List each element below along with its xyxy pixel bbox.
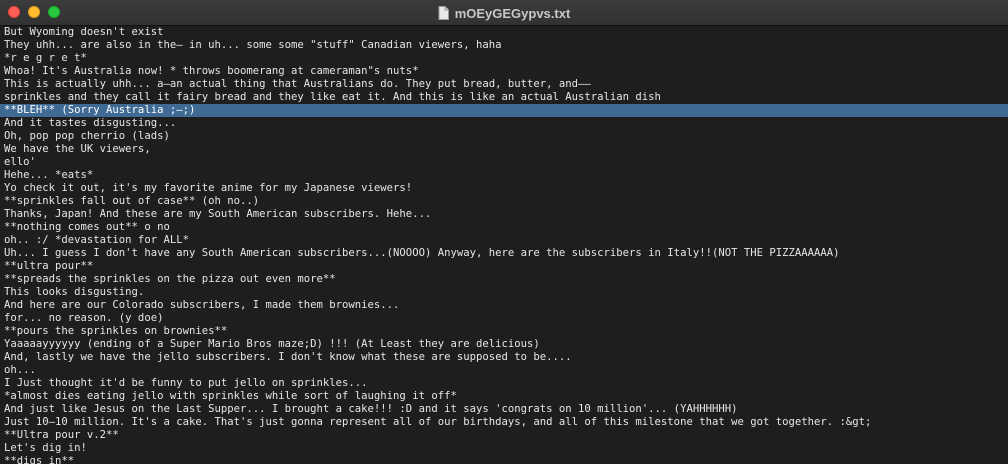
- window-title: mOEyGEGypvs.txt: [454, 5, 571, 21]
- document-icon: [438, 6, 449, 20]
- text-line[interactable]: *r e g r e t*: [0, 52, 1008, 65]
- text-content-area[interactable]: But Wyoming doesn't exist They uhh... are…: [0, 26, 1008, 464]
- text-line[interactable]: for... no reason. (y doe): [0, 312, 1008, 325]
- text-line[interactable]: Just 10—10 million. It's a cake. That's …: [0, 416, 1008, 429]
- text-line[interactable]: **nothing comes out** o no: [0, 221, 1008, 234]
- selected-text-line[interactable]: **BLEH** (Sorry Australia ;—;): [0, 104, 1008, 117]
- text-line[interactable]: We have the UK viewers,: [0, 143, 1008, 156]
- window-title-group: mOEyGEGypvs.txt: [0, 0, 1008, 26]
- text-line[interactable]: I Just thought it'd be funny to put jell…: [0, 377, 1008, 390]
- text-line[interactable]: **digs in**: [0, 455, 1008, 464]
- text-line[interactable]: Oh, pop pop cherrio (lads): [0, 130, 1008, 143]
- text-line[interactable]: Yaaaaayyyyyy (ending of a Super Mario Br…: [0, 338, 1008, 351]
- text-line[interactable]: Uh... I guess I don't have any South Ame…: [0, 247, 1008, 260]
- text-line[interactable]: Yo check it out, it's my favorite anime …: [0, 182, 1008, 195]
- text-line[interactable]: *almost dies eating jello with sprinkles…: [0, 390, 1008, 403]
- text-line[interactable]: **pours the sprinkles on brownies**: [0, 325, 1008, 338]
- text-line[interactable]: Whoa! It's Australia now! * throws boome…: [0, 65, 1008, 78]
- text-line[interactable]: oh...: [0, 364, 1008, 377]
- text-line[interactable]: And it tastes disgusting...: [0, 117, 1008, 130]
- text-line[interactable]: **ultra pour**: [0, 260, 1008, 273]
- text-line[interactable]: And just like Jesus on the Last Supper..…: [0, 403, 1008, 416]
- text-line[interactable]: But Wyoming doesn't exist: [0, 26, 1008, 39]
- text-line[interactable]: **sprinkles fall out of case** (oh no..): [0, 195, 1008, 208]
- text-line[interactable]: ello': [0, 156, 1008, 169]
- text-line[interactable]: And here are our Colorado subscribers, I…: [0, 299, 1008, 312]
- text-line[interactable]: This is actually uhh... a—an actual thin…: [0, 78, 1008, 91]
- text-line[interactable]: sprinkles and they call it fairy bread a…: [0, 91, 1008, 104]
- text-line[interactable]: Hehe... *eats*: [0, 169, 1008, 182]
- text-line[interactable]: Thanks, Japan! And these are my South Am…: [0, 208, 1008, 221]
- text-editor-window: mOEyGEGypvs.txt But Wyoming doesn't exis…: [0, 0, 1008, 464]
- text-line[interactable]: **Ultra pour v.2**: [0, 429, 1008, 442]
- text-line[interactable]: Let's dig in!: [0, 442, 1008, 455]
- text-line[interactable]: This looks disgusting.: [0, 286, 1008, 299]
- text-line[interactable]: **spreads the sprinkles on the pizza out…: [0, 273, 1008, 286]
- text-line[interactable]: oh.. :/ *devastation for ALL*: [0, 234, 1008, 247]
- title-bar[interactable]: mOEyGEGypvs.txt: [0, 0, 1008, 26]
- text-line[interactable]: And, lastly we have the jello subscriber…: [0, 351, 1008, 364]
- text-line[interactable]: They uhh... are also in the— in uh... so…: [0, 39, 1008, 52]
